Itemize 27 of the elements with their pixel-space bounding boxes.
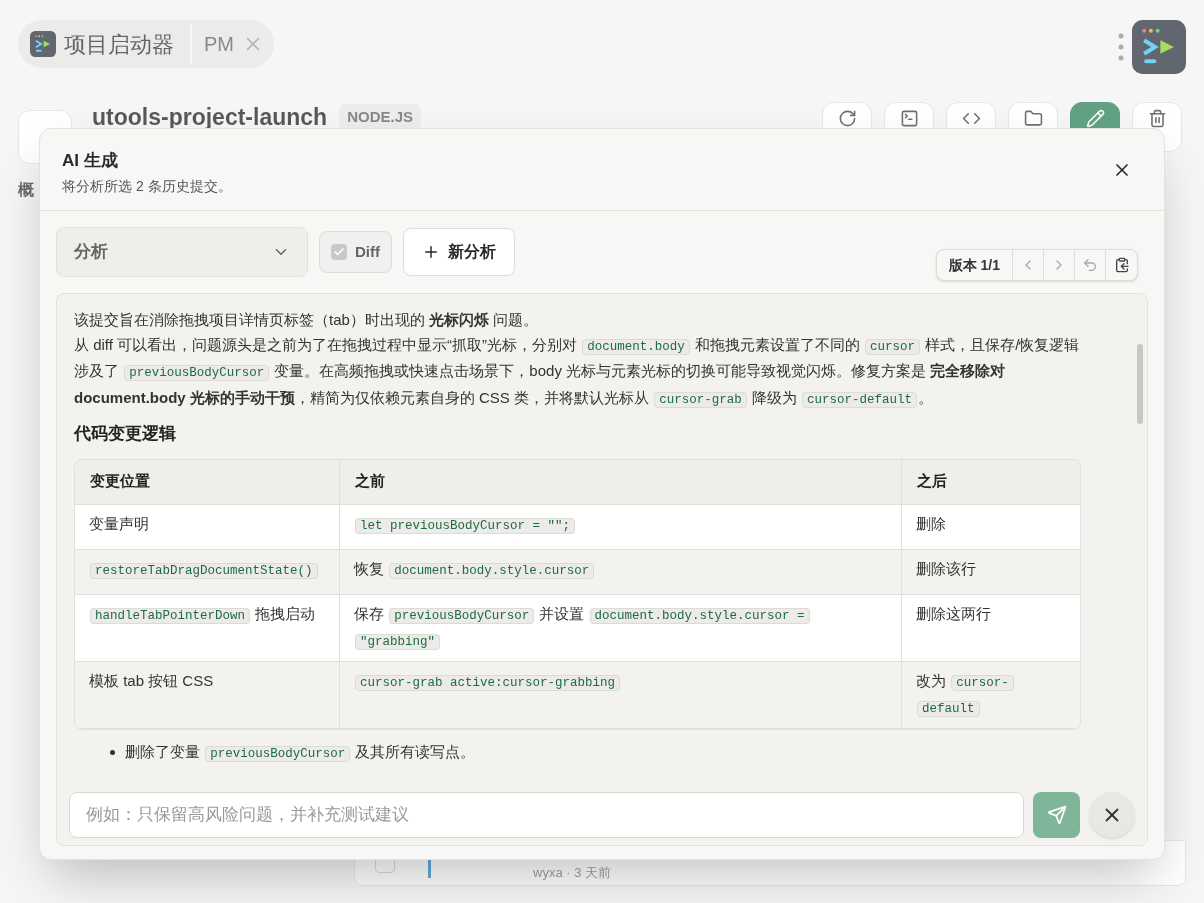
table-cell-text: 删除 [915, 513, 947, 534]
table-cell: 改为 cursor-default [902, 661, 1080, 728]
tab-label: PM [204, 32, 234, 57]
table-cell: cursor-grab active:cursor-grabbing [340, 661, 902, 728]
table-cell: 变量声明 [75, 504, 340, 549]
table-cell-text: 删除这两行 [915, 603, 992, 624]
tab-label: 项目启动器 [64, 30, 174, 59]
summary-paragraph: 该提交旨在消除拖拽项目详情页标签（tab）时出现的 光标闪烁 问题。 [74, 310, 540, 330]
column-header: 变更位置 [75, 459, 340, 504]
version-label: 版本 1/1 [936, 250, 1013, 280]
column-header: 之后 [916, 471, 948, 492]
column-header: 之前 [340, 459, 902, 504]
commit-meta: wyxa · 3 天前 [533, 864, 611, 883]
bullet-text: 删除了变量 previousBodyCursor 及其所有读写点。 [125, 741, 476, 764]
project-type-tag: NODE.JS [339, 104, 421, 131]
table-cell: handleTabPointerDown 拖拽启动 [75, 594, 340, 661]
table-cell: 模板 tab 按钮 CSS [75, 661, 340, 728]
summary-paragraph: 从 diff 可以看出，问题源头是之前为了在拖拽过程中显示“抓取”光标，分别对 document.body 和拖拽元素设置了不同的 cursor 样式，且保存/恢复逻辑涉及了 previousBodyCursor 变量。在高频拖拽或快速点击场景下，body 光标与元素光标的切换可能导致视觉闪烁。修复方案是 完全移除对 document.body 光标的手动干预，精简为仅依赖元素自身的 CSS 类，并将默认光标从 cursor-grab 降级为 cursor-default 。 [74, 334, 1081, 410]
table-cell: restoreTabDragDocumentState() [75, 549, 340, 594]
section-heading: 代码变更逻辑 [74, 423, 177, 445]
table-cell: 恢复 document.body.style.cursor [340, 549, 902, 594]
dialog-subtitle: 将分析所选 2 条历史提交。 [62, 176, 232, 196]
table-cell: let previousBodyCursor = ""; [340, 504, 902, 549]
project-name: utools-project-launch [92, 104, 328, 131]
dialog-title: AI 生成 [62, 150, 119, 172]
section-label: 概 [18, 180, 34, 200]
table-cell-text: 删除该行 [915, 558, 977, 579]
